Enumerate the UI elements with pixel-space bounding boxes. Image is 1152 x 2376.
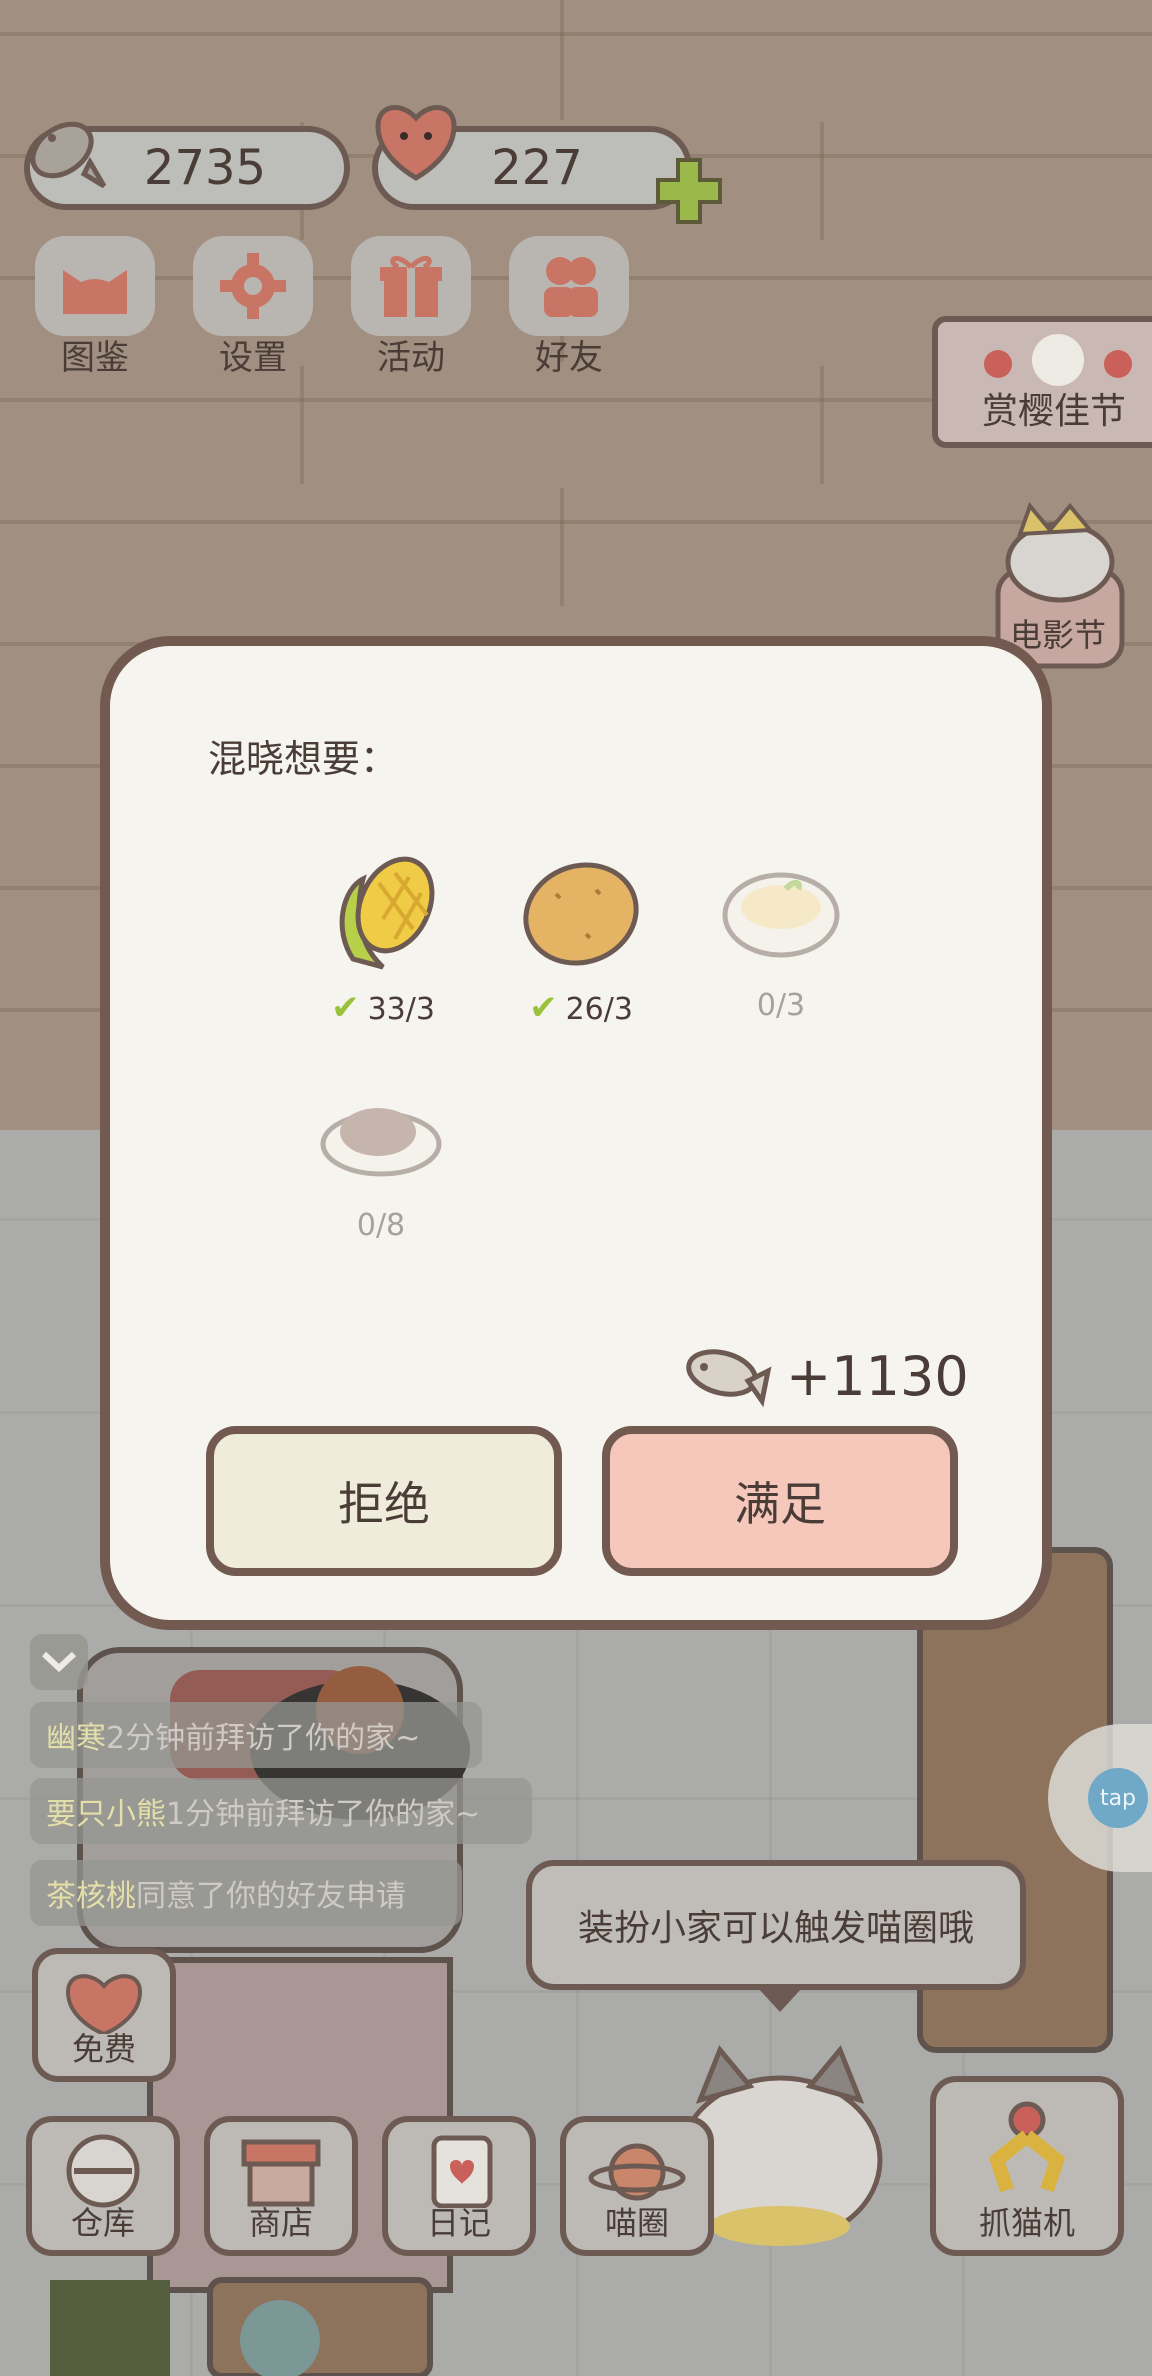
- menu-friends-button[interactable]: 好友: [504, 236, 634, 379]
- request-item-corn[interactable]: ✔ 33/3: [288, 844, 478, 1034]
- request-dialog: 混晓想要： ✔ 33/3 ✔ 26/3 0/3 0/8 +1130 拒绝 满足: [100, 636, 1052, 1630]
- potato-icon: [523, 862, 639, 966]
- reject-label: 拒绝: [338, 1477, 430, 1531]
- menu-events-label: 活动: [377, 338, 445, 378]
- shop-button[interactable]: 商店: [204, 2116, 358, 2256]
- feed-item: 要只小熊 1分钟前拜访了你的家~: [30, 1778, 532, 1844]
- menu-settings-label: 设置: [219, 338, 287, 378]
- feed-user: 茶核桃: [46, 1879, 136, 1914]
- request-item-mashed-potato[interactable]: 0/3: [686, 844, 876, 1034]
- friends-icon: [544, 257, 598, 317]
- menu-settings-button[interactable]: 设置: [188, 236, 318, 379]
- feed-text: 2分钟前拜访了你的家~: [106, 1721, 421, 1756]
- movie-festival-label: 电影节: [1010, 616, 1107, 654]
- claw-machine-button[interactable]: 抓猫机: [930, 2076, 1124, 2256]
- feed-user: 幽寒: [46, 1721, 106, 1756]
- reject-button[interactable]: 拒绝: [206, 1426, 562, 1576]
- warehouse-label: 仓库: [70, 2204, 135, 2242]
- potato-count: 26/3: [565, 992, 633, 1027]
- heart-count: 227: [491, 140, 583, 196]
- claw-machine-label: 抓猫机: [978, 2204, 1075, 2242]
- diary-icon: [431, 2135, 493, 2209]
- menu-catalog-button[interactable]: 图鉴: [30, 236, 160, 379]
- check-icon: ✔: [529, 988, 558, 1028]
- menu-catalog-label: 图鉴: [61, 338, 129, 378]
- hint-speech-bubble: 装扮小家可以触发喵圈哦: [526, 1860, 1026, 2012]
- sakura-festival-button[interactable]: 赏樱佳节: [932, 316, 1152, 448]
- claw-icon: [988, 2101, 1066, 2193]
- add-hearts-icon[interactable]: [654, 156, 724, 226]
- menu-friends-label: 好友: [535, 338, 603, 378]
- request-item-meat-dish[interactable]: 0/8: [286, 1064, 476, 1254]
- feed-item: 茶核桃 同意了你的好友申请: [30, 1860, 462, 1926]
- reward-value: +1130: [786, 1344, 969, 1408]
- fish-icon: [30, 121, 107, 189]
- feed-toggle-button[interactable]: [30, 1634, 88, 1690]
- fish-count: 2735: [143, 140, 267, 196]
- cat-circle-button[interactable]: 喵圈: [560, 2116, 714, 2256]
- free-hearts-button[interactable]: 免费: [32, 1948, 176, 2082]
- accept-button[interactable]: 满足: [602, 1426, 958, 1576]
- cat-circle-label: 喵圈: [604, 2204, 669, 2242]
- free-label: 免费: [71, 2030, 136, 2068]
- warehouse-button[interactable]: 仓库: [26, 2116, 180, 2256]
- meat-dish-icon: [320, 1108, 442, 1177]
- hint-text: 装扮小家可以触发喵圈哦: [577, 1908, 974, 1949]
- accept-label: 满足: [734, 1477, 826, 1531]
- corn-icon: [339, 856, 435, 970]
- mashed-potato-bowl-icon: [722, 872, 840, 958]
- heart-cat-icon: [375, 105, 457, 181]
- gear-icon: [220, 253, 286, 319]
- dialog-title: 混晓想要：: [208, 737, 399, 781]
- shop-icon: [241, 2139, 321, 2207]
- tap-label: tap: [1088, 1768, 1148, 1828]
- diary-label: 日记: [426, 2204, 491, 2242]
- reward-display: +1130: [682, 1336, 969, 1416]
- meat-dish-count: 0/8: [356, 1208, 406, 1243]
- feed-user: 要只小熊: [46, 1797, 166, 1832]
- feed-item: 幽寒 2分钟前拜访了你的家~: [30, 1702, 482, 1768]
- request-item-potato[interactable]: ✔ 26/3: [486, 844, 676, 1034]
- mashed-potato-count: 0/3: [756, 988, 806, 1023]
- corn-count: 33/3: [367, 992, 435, 1027]
- planet-cat-icon: [588, 2143, 686, 2201]
- check-icon: ✔: [331, 988, 360, 1028]
- warehouse-icon: [66, 2134, 140, 2208]
- feed-text: 1分钟前拜访了你的家~: [166, 1797, 481, 1832]
- shop-label: 商店: [248, 2204, 313, 2242]
- sakura-festival-label: 赏樱佳节: [982, 391, 1127, 432]
- chevron-down-icon: [41, 1651, 77, 1673]
- gift-icon: [380, 255, 442, 317]
- cat-head-icon: [63, 270, 127, 314]
- diary-button[interactable]: 日记: [382, 2116, 536, 2256]
- fish-icon: [686, 1349, 772, 1408]
- sakura-flower-icon: [984, 334, 1132, 386]
- feed-text: 同意了你的好友申请: [136, 1879, 406, 1914]
- menu-events-button[interactable]: 活动: [346, 236, 476, 379]
